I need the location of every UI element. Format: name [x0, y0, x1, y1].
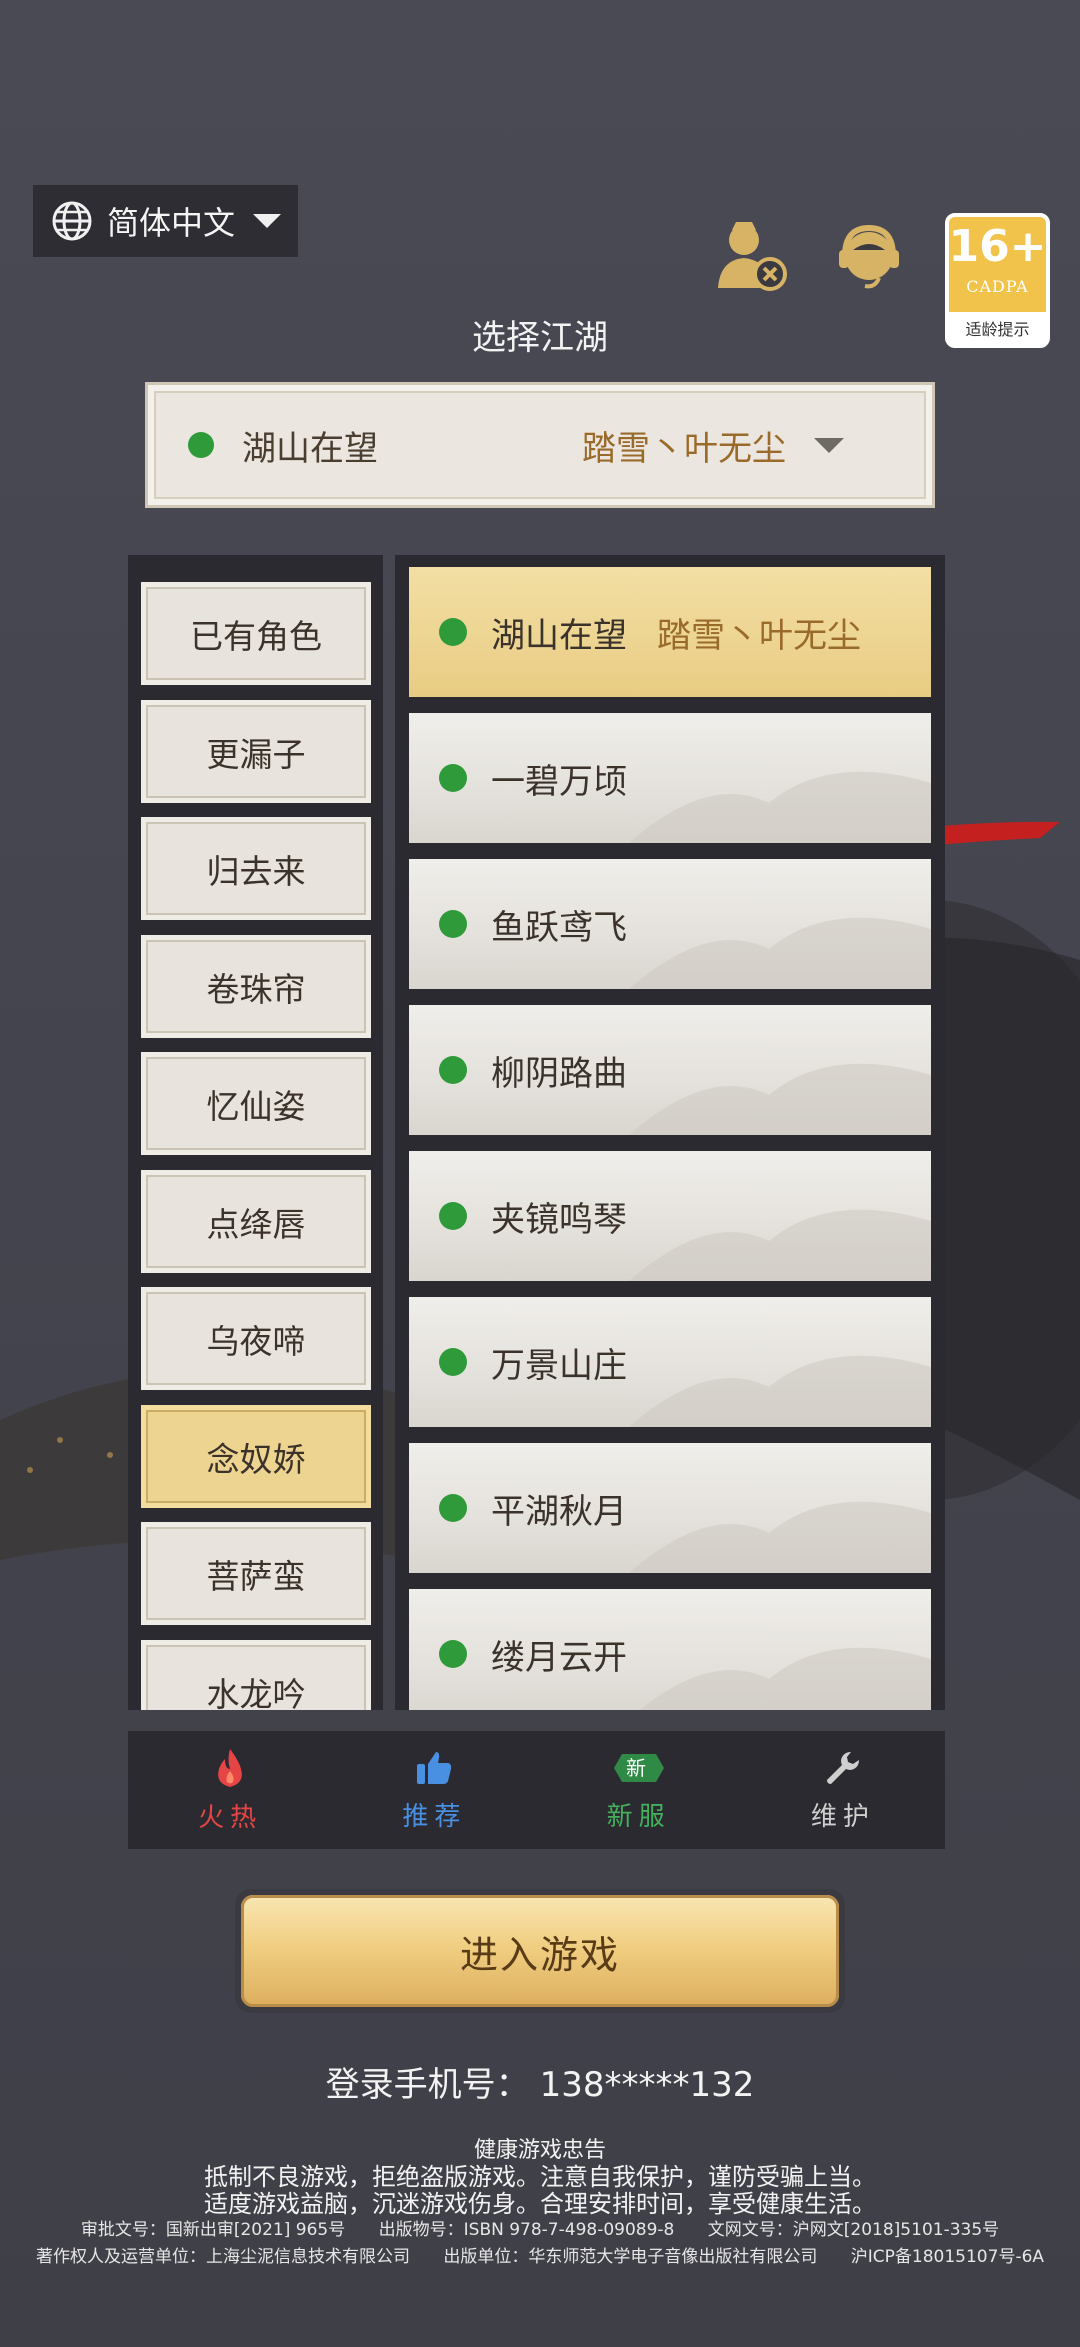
- legal-row: 审批文号：国新出审[2021] 965号 出版物号：ISBN 978-7-498…: [0, 2215, 1080, 2240]
- server-name: 万景山庄: [491, 1345, 627, 1386]
- category-item[interactable]: 卷珠帘: [141, 935, 371, 1038]
- server-name: 湖山在望: [491, 615, 627, 656]
- category-label: 忆仙姿: [206, 1086, 306, 1126]
- account-switch-icon[interactable]: [712, 218, 790, 294]
- publisher: 出版单位：华东师范大学电子音像出版社有限公司: [443, 2247, 818, 2267]
- icp-license: 沪ICP备18015107号-6A: [850, 2247, 1045, 2267]
- login-phone-value: 138*****132: [539, 2065, 755, 2105]
- server-category-list[interactable]: 已有角色 更漏子 归去来 卷珠帘 忆仙姿 点绛唇 乌夜啼 念奴娇 菩萨蛮 水龙吟: [128, 555, 383, 1710]
- mountain-decoration: [629, 1063, 931, 1135]
- server-name: 夹镜鸣琴: [491, 1199, 627, 1240]
- language-selector[interactable]: 简体中文: [33, 185, 298, 257]
- selected-server-dropdown[interactable]: 湖山在望 踏雪丶叶无尘: [145, 382, 935, 508]
- server-name: 柳阴路曲: [491, 1053, 627, 1094]
- category-item[interactable]: 更漏子: [141, 700, 371, 803]
- category-item-active[interactable]: 念奴娇: [141, 1405, 371, 1508]
- category-item[interactable]: 水龙吟: [141, 1640, 371, 1710]
- online-status-dot: [439, 910, 467, 938]
- health-notice-line: 适度游戏益脑，沉迷游戏伤身。合理安排时间，享受健康生活。: [204, 2190, 876, 2218]
- server-name: 鱼跃鸢飞: [491, 907, 627, 948]
- new-badge-icon: 新: [613, 1753, 664, 1782]
- legal-row: 著作权人及运营单位：上海尘泥信息技术有限公司 出版单位：华东师范大学电子音像出版…: [0, 2242, 1080, 2267]
- fire-icon: [218, 1748, 242, 1787]
- customer-service-icon[interactable]: [835, 220, 903, 292]
- mountain-decoration: [629, 1501, 931, 1573]
- enter-game-button[interactable]: 进入游戏: [235, 1889, 845, 2013]
- publication-number: 出版物号：ISBN 978-7-498-09089-8: [378, 2220, 675, 2240]
- server-item[interactable]: 一碧万顷: [409, 713, 931, 843]
- tab-label: 火热: [198, 1802, 263, 1833]
- server-list[interactable]: 湖山在望 踏雪丶叶无尘 一碧万顷 鱼跃鸢飞 柳阴路曲 夹镜鸣琴 万景山庄 平湖秋…: [395, 555, 945, 1710]
- category-label: 已有角色: [190, 616, 322, 656]
- server-item[interactable]: 平湖秋月: [409, 1443, 931, 1573]
- server-item-active[interactable]: 湖山在望 踏雪丶叶无尘: [409, 567, 931, 697]
- online-status-dot: [439, 618, 467, 646]
- wrench-icon: [826, 1751, 859, 1784]
- language-label: 简体中文: [107, 204, 236, 242]
- online-status-dot: [439, 1640, 467, 1668]
- chevron-down-icon: [814, 437, 844, 453]
- category-item[interactable]: 菩萨蛮: [141, 1522, 371, 1625]
- tab-hot[interactable]: 火热: [128, 1731, 332, 1849]
- login-phone-label: 登录手机号：: [325, 2065, 530, 2105]
- selected-server-role: 踏雪丶叶无尘: [582, 428, 786, 469]
- server-item[interactable]: 万景山庄: [409, 1297, 931, 1427]
- page-title: 选择江湖: [472, 318, 608, 358]
- tab-label: 维护: [810, 1801, 875, 1832]
- server-name: 一碧万顷: [491, 761, 627, 802]
- category-item[interactable]: 忆仙姿: [141, 1052, 371, 1155]
- enter-game-label: 进入游戏: [241, 1895, 839, 2007]
- culture-license: 文网文号：沪网文[2018]5101-335号: [707, 2220, 1000, 2240]
- server-item[interactable]: 柳阴路曲: [409, 1005, 931, 1135]
- tab-label: 推荐: [402, 1801, 467, 1832]
- category-label: 乌夜啼: [206, 1321, 306, 1361]
- mountain-decoration: [629, 1209, 931, 1281]
- category-item[interactable]: 已有角色: [141, 582, 371, 685]
- mountain-decoration: [639, 1647, 931, 1710]
- selected-server-name: 湖山在望: [242, 428, 378, 469]
- online-status-dot: [439, 1202, 467, 1230]
- server-name: 平湖秋月: [491, 1491, 627, 1532]
- online-status-dot: [188, 432, 214, 458]
- age-rating-number: 16+: [948, 221, 1047, 272]
- copyright-holder: 著作权人及运营单位：上海尘泥信息技术有限公司: [35, 2247, 410, 2267]
- server-item[interactable]: 夹镜鸣琴: [409, 1151, 931, 1281]
- online-status-dot: [439, 764, 467, 792]
- server-item[interactable]: 缕月云开: [409, 1589, 931, 1710]
- server-role: 踏雪丶叶无尘: [657, 615, 861, 656]
- category-label: 菩萨蛮: [206, 1556, 306, 1596]
- online-status-dot: [439, 1348, 467, 1376]
- chevron-down-icon: [253, 214, 282, 228]
- approval-number: 审批文号：国新出审[2021] 965号: [80, 2220, 346, 2240]
- svg-text:新: 新: [626, 1756, 652, 1780]
- mountain-decoration: [629, 917, 931, 989]
- category-item[interactable]: 乌夜啼: [141, 1287, 371, 1390]
- category-label: 点绛唇: [206, 1204, 306, 1244]
- server-filter-tabs: 火热 推荐 新 新服 维护: [128, 1731, 945, 1849]
- server-item[interactable]: 鱼跃鸢飞: [409, 859, 931, 989]
- tab-maintenance[interactable]: 维护: [741, 1731, 945, 1849]
- thumbs-up-icon: [417, 1751, 452, 1784]
- category-item[interactable]: 点绛唇: [141, 1170, 371, 1273]
- online-status-dot: [439, 1056, 467, 1084]
- tab-new-server[interactable]: 新 新服: [537, 1731, 741, 1849]
- login-phone: 登录手机号： 138*****132: [0, 2057, 1080, 2106]
- category-label: 念奴娇: [206, 1439, 306, 1479]
- tab-label: 新服: [606, 1801, 671, 1832]
- category-label: 归去来: [206, 851, 306, 891]
- tab-recommended[interactable]: 推荐: [332, 1731, 536, 1849]
- category-label: 更漏子: [206, 734, 306, 774]
- category-label: 水龙吟: [206, 1674, 306, 1711]
- age-rating-org: CADPA: [966, 277, 1029, 296]
- category-label: 卷珠帘: [206, 969, 306, 1009]
- globe-icon: [52, 201, 92, 241]
- mountain-decoration: [629, 1355, 931, 1427]
- mountain-decoration: [629, 771, 931, 843]
- online-status-dot: [439, 1494, 467, 1522]
- category-item[interactable]: 归去来: [141, 817, 371, 920]
- server-name: 缕月云开: [491, 1637, 627, 1678]
